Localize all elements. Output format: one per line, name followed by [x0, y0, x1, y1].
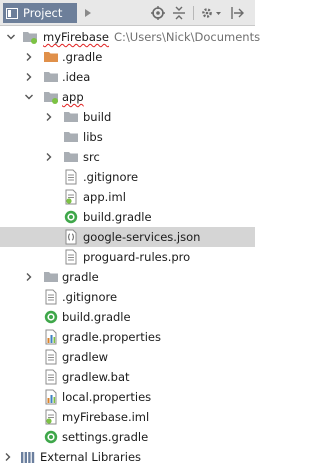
tree-item-build-gradle[interactable]: build.gradle [0, 307, 255, 327]
chevron-right-icon[interactable] [24, 272, 34, 282]
iml-file-icon [43, 409, 59, 425]
tree-item-app-gitignore[interactable]: .gitignore [0, 167, 255, 187]
gradle-icon [43, 309, 59, 325]
tree-item-root[interactable]: myFirebase C:\Users\Nick\Documents [0, 27, 260, 47]
tree-item-local-properties[interactable]: local.properties [0, 387, 255, 407]
tree-item-label: .gitignore [62, 290, 118, 304]
tree-item-label: libs [83, 130, 103, 144]
chevron-right-icon[interactable] [44, 112, 54, 122]
properties-file-icon [43, 329, 59, 345]
iml-file-icon [63, 189, 79, 205]
libraries-icon [20, 449, 36, 465]
settings-icon[interactable] [200, 6, 222, 20]
hide-icon[interactable] [229, 6, 245, 20]
folder-icon [63, 129, 79, 145]
tree-item-label: app [62, 90, 84, 104]
tree-item-gitignore[interactable]: .gitignore [0, 287, 255, 307]
chevron-down-icon[interactable] [24, 92, 34, 102]
json-file-icon [63, 229, 79, 245]
tree-item-gradlew-bat[interactable]: gradlew.bat [0, 367, 255, 387]
toolbar-separator [193, 6, 194, 20]
tree-item-project-iml[interactable]: myFirebase.iml [0, 407, 255, 427]
tree-item-gradlew[interactable]: gradlew [0, 347, 255, 367]
tree-item-gradle-properties[interactable]: gradle.properties [0, 327, 255, 347]
chevron-right-icon[interactable] [44, 152, 54, 162]
tree-item-app[interactable]: app [0, 87, 255, 107]
dropdown-arrow-icon[interactable] [82, 6, 94, 20]
text-file-icon [43, 349, 59, 365]
tree-item-settings-gradle[interactable]: settings.gradle [0, 427, 255, 447]
tree-item-label: google-services.json [83, 230, 201, 244]
tree-item-label: .gitignore [83, 170, 139, 184]
tree-item-label: gradlew [62, 350, 109, 364]
properties-file-icon [43, 389, 59, 405]
tree-item-label: build.gradle [62, 310, 131, 324]
tree-item-app-build[interactable]: build [0, 107, 255, 127]
project-view-label: Project [23, 6, 63, 20]
project-view-icon [6, 7, 18, 19]
text-file-icon [43, 289, 59, 305]
tree-item-label: gradle.properties [62, 330, 161, 344]
tree-item-dot-gradle[interactable]: .gradle [0, 47, 255, 67]
tree-item-label: local.properties [62, 390, 152, 404]
tree-item-label: .gradle [62, 50, 103, 64]
chevron-right-icon[interactable] [24, 52, 34, 62]
folder-icon [63, 149, 79, 165]
text-file-icon [63, 169, 79, 185]
tree-item-label: gradle [62, 270, 99, 284]
text-file-icon [63, 249, 79, 265]
tree-item-label: .idea [62, 70, 91, 84]
tree-item-label: build.gradle [83, 210, 152, 224]
folder-icon [63, 109, 79, 125]
tree-item-label: myFirebase [43, 30, 109, 44]
module-folder-icon [22, 29, 38, 45]
tree-item-idea[interactable]: .idea [0, 67, 255, 87]
tree-item-external-libraries[interactable]: External Libraries [0, 447, 255, 467]
tree-item-label: gradlew.bat [62, 370, 130, 384]
tree-item-label: myFirebase.iml [62, 410, 150, 424]
tree-item-google-services[interactable]: google-services.json [0, 227, 255, 247]
tree-item-gradle-dir[interactable]: gradle [0, 267, 255, 287]
tree-item-label: build [83, 110, 112, 124]
tree-item-app-src[interactable]: src [0, 147, 255, 167]
tree-item-label: settings.gradle [62, 430, 149, 444]
project-path: C:\Users\Nick\Documents [114, 30, 261, 44]
text-file-icon [43, 369, 59, 385]
tree-item-app-iml[interactable]: app.iml [0, 187, 255, 207]
gradle-icon [43, 429, 59, 445]
tree-item-label: proguard-rules.pro [83, 250, 191, 264]
folder-icon [43, 69, 59, 85]
module-folder-icon [43, 89, 59, 105]
chevron-down-icon[interactable] [6, 32, 16, 42]
project-view-tab[interactable]: Project [3, 3, 77, 23]
project-toolbar: Project [0, 0, 255, 26]
folder-icon [43, 269, 59, 285]
tree-item-app-build-gradle[interactable]: build.gradle [0, 207, 255, 227]
collapse-all-icon[interactable] [171, 6, 187, 20]
tree-item-proguard[interactable]: proguard-rules.pro [0, 247, 255, 267]
gradle-icon [63, 209, 79, 225]
chevron-right-icon[interactable] [24, 72, 34, 82]
chevron-right-icon[interactable] [3, 452, 13, 462]
target-icon[interactable] [150, 6, 166, 20]
project-tool-window: Project myFirebase C:\Users\Nick\Documen… [0, 0, 260, 474]
tree-item-label: app.iml [83, 190, 126, 204]
tree-item-label: External Libraries [40, 450, 142, 464]
tree-item-app-libs[interactable]: libs [0, 127, 255, 147]
tree-item-label: src [83, 150, 100, 164]
folder-orange-icon [43, 49, 59, 65]
